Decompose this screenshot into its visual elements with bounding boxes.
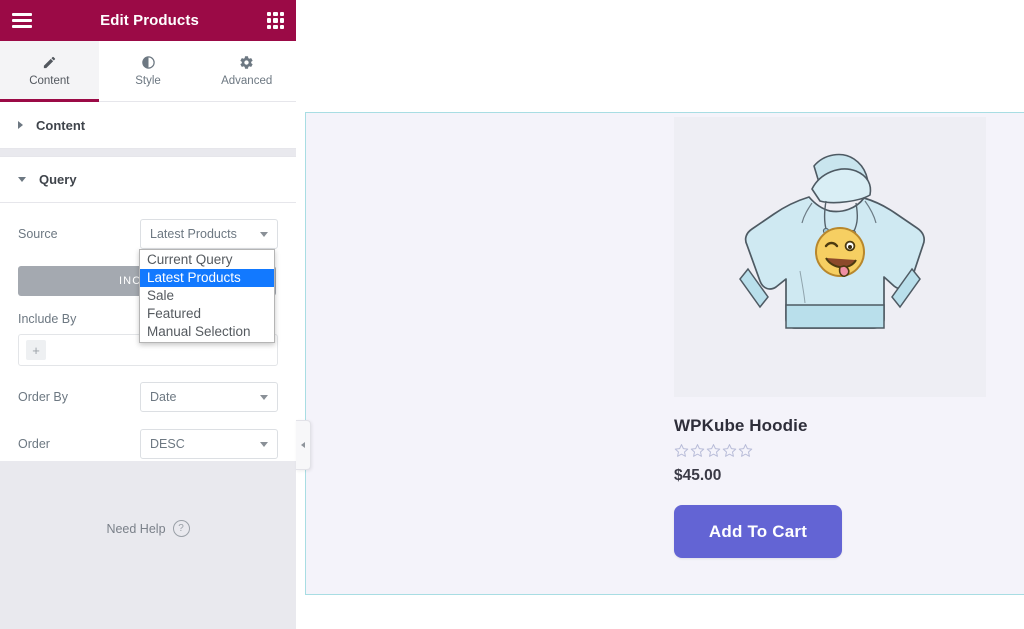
question-mark-icon: ? <box>172 520 190 537</box>
section-content-label: Content <box>36 117 86 133</box>
add-to-cart-button[interactable]: Add To Cart <box>674 505 842 558</box>
panel-header: Edit Products <box>0 0 296 41</box>
panel-tabs: Content Style Advanced <box>0 41 296 102</box>
star-icon <box>690 443 705 458</box>
panel-footer: Need Help ? <box>0 465 296 629</box>
tab-content-label: Content <box>29 75 70 87</box>
preview-canvas: WPKube Hoodie $45.00 Add To Cart <box>296 0 1024 629</box>
product-image[interactable] <box>674 117 986 397</box>
order-by-select[interactable]: Date <box>140 382 278 412</box>
tab-content[interactable]: Content <box>0 41 99 102</box>
source-dropdown-list[interactable]: Current Query Latest Products Sale Featu… <box>139 249 275 343</box>
order-row: Order DESC <box>18 429 278 459</box>
need-help-link[interactable]: Need Help ? <box>0 520 296 537</box>
star-icon <box>738 443 753 458</box>
dropdown-option-featured[interactable]: Featured <box>140 305 274 323</box>
add-item-button[interactable]: + <box>26 340 46 360</box>
source-select[interactable]: Latest Products <box>140 219 278 249</box>
section-content[interactable]: Content <box>0 102 296 149</box>
section-query-label: Query <box>39 172 77 187</box>
order-by-row: Order By Date <box>18 382 278 412</box>
source-select-value: Latest Products <box>150 227 237 241</box>
order-by-value: Date <box>150 390 177 404</box>
star-icon <box>674 443 689 458</box>
grid-apps-icon[interactable] <box>267 12 284 29</box>
order-label: Order <box>18 437 50 451</box>
order-select[interactable]: DESC <box>140 429 278 459</box>
order-value: DESC <box>150 437 185 451</box>
hamburger-icon[interactable] <box>12 13 32 28</box>
product-title[interactable]: WPKube Hoodie <box>674 416 1004 436</box>
star-icon <box>722 443 737 458</box>
tab-style-label: Style <box>135 75 161 87</box>
pencil-icon <box>42 55 57 70</box>
panel-collapse-handle[interactable] <box>296 420 311 470</box>
source-row: Source Latest Products <box>18 219 278 249</box>
chevron-right-icon <box>18 121 23 129</box>
panel-title: Edit Products <box>100 12 199 29</box>
contrast-icon <box>141 55 156 70</box>
chevron-down-icon <box>260 394 268 400</box>
tab-style[interactable]: Style <box>98 41 198 101</box>
tab-advanced[interactable]: Advanced <box>197 41 296 101</box>
section-query[interactable]: Query <box>0 156 296 203</box>
product-price: $45.00 <box>674 467 722 484</box>
need-help-label: Need Help <box>106 521 166 536</box>
dropdown-option-current-query[interactable]: Current Query <box>140 251 274 269</box>
rating-stars[interactable] <box>674 443 1004 458</box>
source-label: Source <box>18 227 58 241</box>
dropdown-option-sale[interactable]: Sale <box>140 287 274 305</box>
order-by-label: Order By <box>18 390 69 404</box>
dropdown-option-latest-products[interactable]: Latest Products <box>140 269 274 287</box>
gear-icon <box>239 55 254 70</box>
chevron-down-icon <box>260 441 268 447</box>
product-card: WPKube Hoodie $45.00 Add To Cart <box>674 117 1004 558</box>
products-widget[interactable]: WPKube Hoodie $45.00 Add To Cart <box>305 112 1024 595</box>
chevron-down-icon <box>18 177 26 182</box>
star-icon <box>706 443 721 458</box>
chevron-left-icon <box>301 442 305 448</box>
tab-advanced-label: Advanced <box>221 75 273 87</box>
dropdown-option-manual-selection[interactable]: Manual Selection <box>140 323 274 341</box>
chevron-down-icon <box>260 231 268 237</box>
